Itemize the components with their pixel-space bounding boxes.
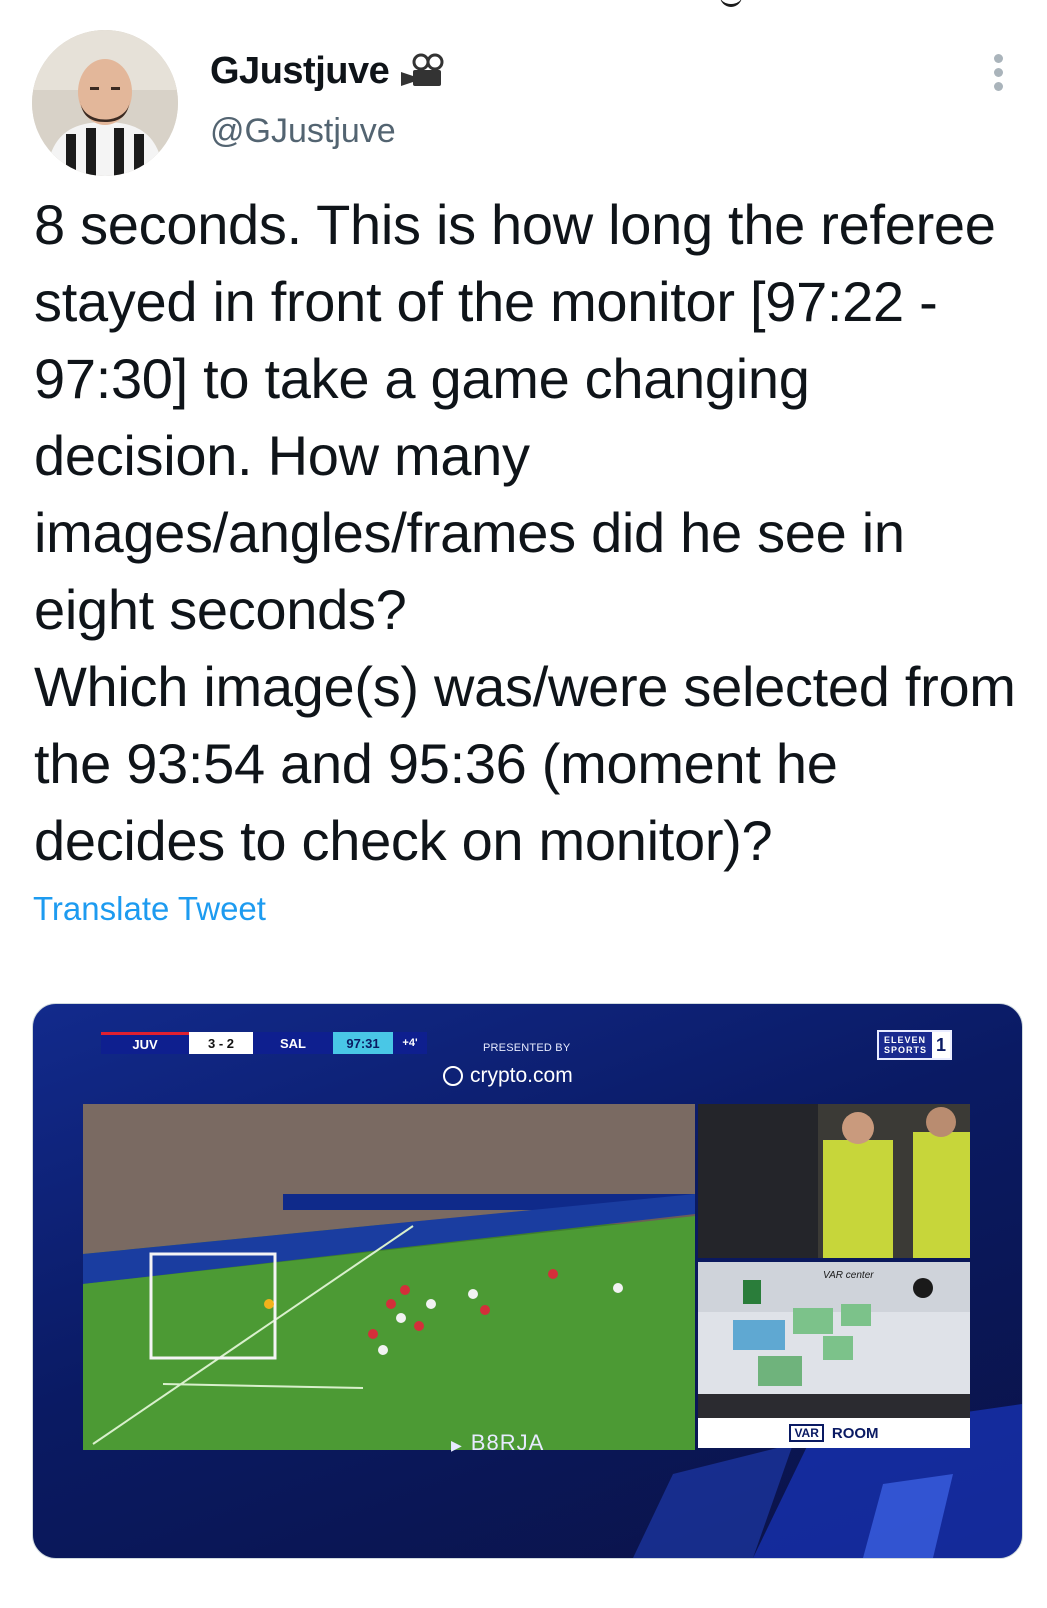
more-options-icon[interactable] [986, 54, 1010, 94]
sponsor-logo-icon [443, 1066, 463, 1086]
var-badge: VAR [789, 1424, 824, 1442]
home-team: JUV [101, 1032, 189, 1054]
channel-name-line1: ELEVEN [884, 1035, 927, 1045]
sponsor-label: PRESENTED BY [483, 1042, 571, 1054]
added-time: +4' [393, 1032, 427, 1054]
tweet-text: 8 seconds. This is how long the referee … [34, 193, 1016, 872]
var-room-label: VAR ROOM [698, 1418, 970, 1448]
translate-tweet-link[interactable]: Translate Tweet [33, 890, 266, 928]
room-text: ROOM [831, 1424, 879, 1442]
watermark: B8RJA [451, 1430, 544, 1456]
match-clock: 97:31 [333, 1032, 393, 1054]
sponsor-text: crypto.com [470, 1064, 573, 1087]
sponsor-name: crypto.com [443, 1064, 573, 1088]
channel-number: 1 [932, 1032, 951, 1058]
previous-tweet-edge [0, 0, 1047, 7]
scorebug: JUV 3 - 2 SAL 97:31 +4' [101, 1032, 427, 1054]
channel-name-line2: SPORTS [884, 1045, 928, 1055]
avatar[interactable] [32, 30, 178, 176]
channel-logo: ELEVEN SPORTS 1 [877, 1030, 953, 1060]
tweet-media-image[interactable]: JUV 3 - 2 SAL 97:31 +4' PRESENTED BY cry… [32, 1003, 1023, 1559]
var-center-label: VAR center [823, 1270, 874, 1281]
away-team: SAL [253, 1032, 333, 1054]
movie-camera-icon [399, 52, 447, 92]
score: 3 - 2 [189, 1032, 253, 1054]
display-name[interactable]: GJustjuve [210, 50, 390, 93]
author-name-row[interactable]: GJustjuve [210, 50, 447, 93]
handle[interactable]: @GJustjuve [210, 112, 396, 151]
